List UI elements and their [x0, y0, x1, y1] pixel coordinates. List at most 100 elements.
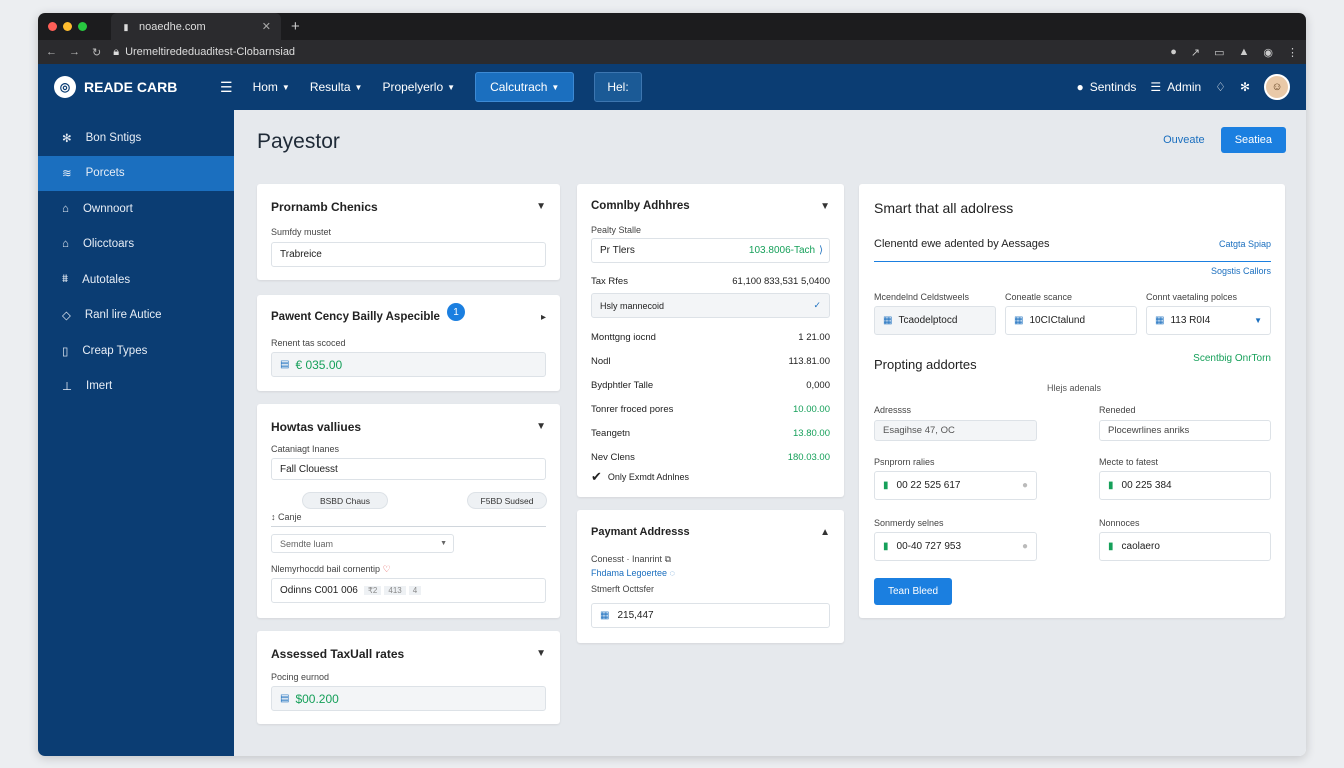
sidebar-item-import[interactable]: ⊥ Imert: [38, 369, 234, 405]
nav-calculate-button[interactable]: Calcutrach ▼: [475, 72, 575, 102]
sidebar-item-collectors[interactable]: ⌂ Olicctoars: [38, 227, 234, 263]
status-value: Hsly mannecoid: [600, 300, 665, 311]
new-tab-button[interactable]: +: [291, 18, 300, 35]
program-input[interactable]: Trabreice: [271, 242, 546, 267]
arrow-icon: ↕: [271, 512, 279, 522]
tag[interactable]: ₹2: [363, 586, 382, 595]
value-input[interactable]: Fall Clouesst: [271, 458, 546, 480]
sidebar-item-owner[interactable]: ⌂ Ownnoort: [38, 191, 234, 227]
share-icon[interactable]: ↗: [1191, 46, 1200, 59]
secondary-input[interactable]: ▮ 00-40 727 953 ●: [874, 532, 1037, 561]
option-pill[interactable]: F5BD Sudsed: [467, 492, 547, 509]
clear-icon[interactable]: ●: [1022, 480, 1028, 491]
zip-field[interactable]: ▦ 215,447: [591, 603, 830, 628]
sidebar-item-label: Imert: [86, 380, 113, 393]
hamburger-icon[interactable]: ☰: [220, 79, 233, 96]
forward-icon[interactable]: →: [69, 46, 80, 58]
address-link[interactable]: Fhdama Legoertee ◌: [591, 568, 675, 578]
amount-value: € 035.00: [295, 357, 343, 372]
stage-field[interactable]: Pr Tlers 103.8006-Tach ⟩: [591, 238, 830, 263]
clear-icon[interactable]: ●: [1022, 541, 1028, 552]
checkbox-row[interactable]: ✔ Only Exmdt Adnlnes: [591, 470, 830, 483]
notification-icon[interactable]: ♢: [1215, 80, 1226, 94]
chevron-down-icon[interactable]: ▼: [820, 201, 830, 212]
address-input[interactable]: Esagihse 47, OC: [874, 420, 1037, 441]
settings-label: Sentinds: [1089, 80, 1137, 94]
field-1[interactable]: ▦ Tcaodelptocd: [874, 306, 996, 335]
field-label-text: Canje: [278, 512, 302, 522]
card-title: Prornamb Chenics: [271, 200, 378, 214]
checkbox-label: Only Exmdt Adnlnes: [607, 472, 689, 482]
reload-icon[interactable]: ↻: [92, 46, 101, 59]
primary-button[interactable]: Seatiea: [1220, 127, 1286, 153]
option-pill[interactable]: BSBD Chaus: [302, 492, 388, 509]
chevron-right-icon[interactable]: ▸: [541, 312, 546, 323]
browser-tab[interactable]: ▮ noaedhe.com ✕: [111, 13, 281, 40]
refresh-icon: ◌: [669, 568, 675, 578]
copy-icon[interactable]: ⧉: [665, 554, 671, 564]
expand-icon[interactable]: ⟩: [819, 245, 823, 256]
status-select[interactable]: Hsly mannecoid ✓: [591, 293, 830, 318]
field-label: Pocing eurnod: [271, 672, 330, 682]
settings-menu[interactable]: ● Sentinds: [1076, 80, 1136, 94]
back-icon[interactable]: ←: [46, 46, 57, 58]
gear-icon[interactable]: ✻: [1240, 80, 1250, 94]
make-input[interactable]: ▮ 00 225 384: [1099, 471, 1271, 500]
avatar[interactable]: ☺: [1264, 74, 1290, 100]
field-3[interactable]: ▦ 113 R0I4 ▼: [1146, 306, 1271, 335]
minimize-window-icon[interactable]: [63, 22, 72, 31]
profile-icon[interactable]: ●: [1170, 46, 1177, 59]
sidebar: ✻ Bon Sntigs ≋ Porcets ⌂ Ownnoort ⌂ Olicctoa…: [38, 110, 234, 756]
tag[interactable]: 4: [408, 586, 422, 595]
row-key: Monttgng iocnd: [591, 332, 656, 343]
close-window-icon[interactable]: [48, 22, 57, 31]
create-link[interactable]: Ouveate: [1163, 134, 1205, 146]
payment-input[interactable]: ▮ 00 22 525 617 ●: [874, 471, 1037, 500]
rate-field[interactable]: ▤ $00.200: [271, 686, 546, 711]
sidebar-item-create-types[interactable]: ▯ Creap Types: [38, 333, 234, 369]
bell-icon[interactable]: ▲: [1239, 46, 1250, 59]
home-icon: ⌂: [62, 202, 69, 215]
close-tab-icon[interactable]: ✕: [262, 20, 271, 33]
received-input[interactable]: Plocewrlines anriks: [1099, 420, 1271, 441]
chevron-up-icon[interactable]: ▲: [820, 527, 830, 538]
admin-menu[interactable]: ☰ Admin: [1150, 80, 1201, 94]
window-icon[interactable]: ▭: [1214, 46, 1224, 59]
nav-results[interactable]: Resulta ▼: [310, 80, 363, 94]
brand-name: READE CARB: [84, 79, 178, 95]
amount-field[interactable]: ▤ € 035.00: [271, 352, 546, 377]
address-bar[interactable]: 🔒︎ Uremeltirededuaditest-Clobarnsiad: [113, 46, 1158, 59]
select-field[interactable]: Semdte luam ▼: [271, 534, 454, 553]
link-action[interactable]: Catgta Spiap: [1219, 239, 1271, 249]
sidebar-item-rate-notice[interactable]: ◇ Ranl lire Autice: [38, 298, 234, 334]
menu-icon[interactable]: ⋮: [1287, 46, 1298, 59]
nav-properties[interactable]: Propelyerlo ▼: [382, 80, 455, 94]
sidebar-item-authorities[interactable]: ⩩ Autotales: [38, 262, 234, 298]
value-row: Tonrer froced pores 10.00.00: [591, 404, 830, 415]
field-2[interactable]: ▦ 10CICtalund: [1005, 306, 1137, 335]
field-label: Nonnoces: [1099, 518, 1140, 528]
chevron-down-icon[interactable]: ▼: [536, 648, 546, 659]
sidebar-item-settings[interactable]: ✻ Bon Sntigs: [38, 120, 234, 156]
field-label: Reneded: [1099, 405, 1136, 415]
chevron-down-icon[interactable]: ▼: [536, 201, 546, 212]
link-action[interactable]: Sogstis Callors: [1211, 266, 1271, 276]
nav-home[interactable]: Hom ▼: [253, 80, 290, 94]
notes-input[interactable]: ▮ caolaero: [1099, 532, 1271, 561]
sidebar-item-process[interactable]: ≋ Porcets: [38, 155, 234, 191]
info-badge[interactable]: 1: [447, 303, 465, 321]
chevron-down-icon[interactable]: ▼: [536, 421, 546, 432]
combo-field[interactable]: Odinns C001 006 ₹2 413 4: [271, 578, 546, 603]
brand[interactable]: ◎ READE CARB: [54, 76, 214, 98]
tag[interactable]: 413: [384, 586, 406, 595]
field-value: 113 R0I4: [1170, 315, 1211, 326]
extension-icon[interactable]: ◉: [1263, 46, 1273, 59]
submit-button[interactable]: Tean Bleed: [874, 578, 953, 605]
card-title: Smart that all adolress: [874, 200, 1014, 216]
browser-window: ▮ noaedhe.com ✕ + ← → ↻ 🔒︎ Uremeltireded…: [38, 13, 1306, 756]
maximize-window-icon[interactable]: [78, 22, 87, 31]
field-label: Sumfdy mustet: [271, 227, 332, 237]
field-label: Cataniagt Inanes: [271, 444, 340, 454]
nav-help-button[interactable]: Hel:: [594, 72, 642, 102]
section-link[interactable]: Scentbig OnrTorn: [1193, 353, 1271, 364]
